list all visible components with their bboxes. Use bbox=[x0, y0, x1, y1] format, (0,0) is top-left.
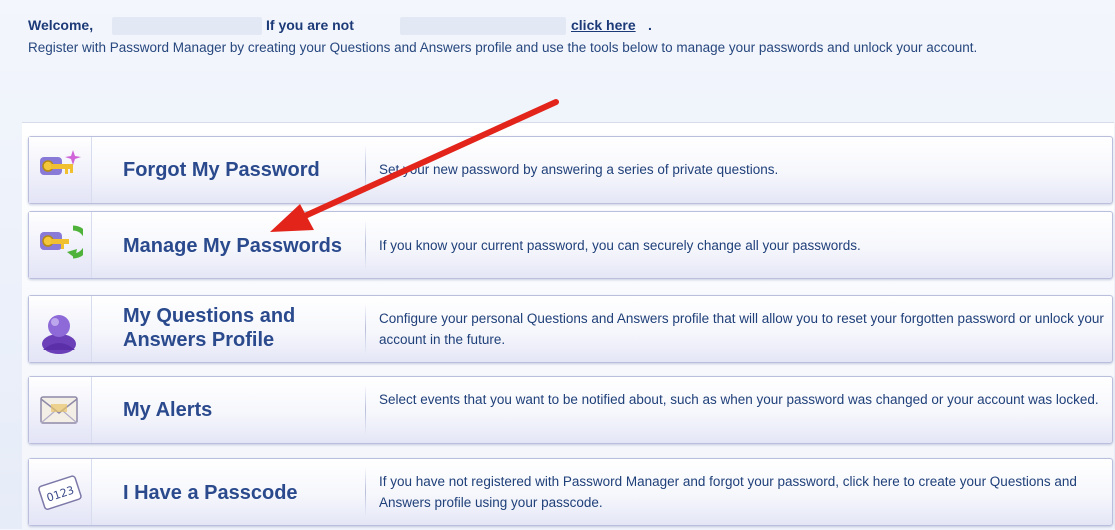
tile-description: If you know your current password, you c… bbox=[379, 238, 861, 253]
tile-description: Set your new password by answering a ser… bbox=[379, 162, 779, 177]
intro-text: Register with Password Manager by creati… bbox=[28, 40, 978, 55]
my-alerts-icon-box bbox=[29, 377, 92, 443]
forgot-password-icon-box bbox=[29, 137, 92, 203]
forgot-password-tile[interactable]: Forgot My Password Set your new password… bbox=[28, 136, 1113, 204]
tile-title: My Questions and Answers Profile bbox=[123, 305, 296, 351]
redacted-username-2 bbox=[400, 17, 566, 35]
tile-title: Forgot My Password bbox=[123, 159, 320, 181]
welcome-line: Welcome, If you are not click here . bbox=[28, 16, 1105, 36]
tile-description: If you have not registered with Password… bbox=[379, 474, 1077, 510]
redacted-username bbox=[112, 17, 262, 35]
tile-title: My Alerts bbox=[123, 399, 213, 421]
click-here-link[interactable]: click here bbox=[571, 16, 636, 35]
tools-panel: Forgot My Password Set your new password… bbox=[22, 122, 1114, 530]
tile-description: Select events that you want to be notifi… bbox=[379, 392, 1099, 407]
tile-title: Manage My Passwords bbox=[123, 235, 342, 257]
keys-sparkle-icon bbox=[40, 150, 81, 175]
tile-divider bbox=[365, 467, 366, 517]
passcode-tile[interactable]: 0123 I Have a Passcode If you have not r… bbox=[28, 458, 1113, 526]
passcode-card-icon: 0123 bbox=[38, 475, 82, 510]
not-user-text: If you are not bbox=[266, 17, 354, 33]
tile-divider bbox=[365, 304, 366, 354]
questions-profile-icon-box bbox=[29, 296, 92, 362]
envelope-alert-icon bbox=[40, 396, 78, 424]
keys-refresh-icon bbox=[40, 225, 83, 259]
tile-title: I Have a Passcode bbox=[123, 482, 298, 504]
manage-passwords-tile[interactable]: Manage My Passwords If you know your cur… bbox=[28, 211, 1113, 279]
questions-profile-tile[interactable]: My Questions and Answers Profile Configu… bbox=[28, 295, 1113, 363]
passcode-icon-box: 0123 bbox=[29, 459, 92, 525]
welcome-header: Welcome, If you are not click here . Reg… bbox=[28, 16, 1105, 57]
my-alerts-tile[interactable]: My Alerts Select events that you want to… bbox=[28, 376, 1113, 444]
tile-divider bbox=[365, 385, 366, 435]
manage-passwords-icon-box bbox=[29, 212, 92, 278]
tile-divider bbox=[365, 220, 366, 270]
link-period: . bbox=[648, 17, 652, 33]
user-profile-icon bbox=[42, 315, 76, 354]
tile-description: Configure your personal Questions and An… bbox=[379, 311, 1104, 347]
welcome-greeting: Welcome, bbox=[28, 17, 94, 33]
tile-divider bbox=[365, 145, 366, 195]
